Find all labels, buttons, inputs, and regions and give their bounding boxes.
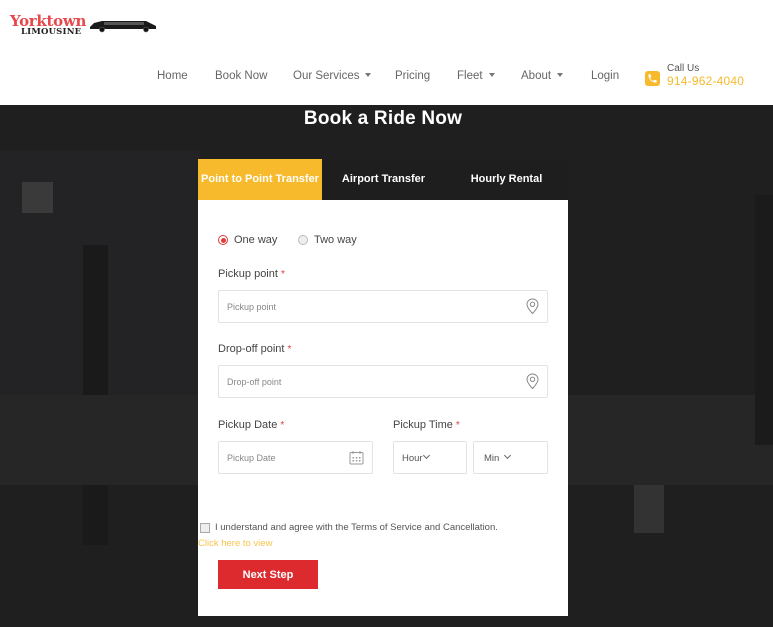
minute-select-value: Min — [484, 451, 512, 464]
nav-book-now[interactable]: Book Now — [215, 70, 267, 82]
tab-hourly-rental[interactable]: Hourly Rental — [445, 159, 568, 200]
nav-about-label: About — [521, 70, 552, 82]
calendar-icon[interactable] — [349, 450, 364, 465]
caret-down-icon — [365, 72, 372, 77]
booking-tabs: Point to Point Transfer Airport Transfer… — [198, 159, 568, 200]
nav-home-label: Home — [157, 70, 188, 82]
booking-form: One way Two way Pickup point* Drop-off p… — [198, 200, 568, 616]
pickup-point-label: Pickup point * — [218, 268, 285, 280]
tab-point-to-point[interactable]: Point to Point Transfer — [198, 159, 322, 200]
background-sign — [22, 182, 53, 213]
pickup-point-label-text: Pickup point — [218, 268, 278, 280]
next-step-button[interactable]: Next Step — [218, 560, 318, 589]
caret-down-icon — [488, 72, 495, 77]
nav-our-services-label: Our Services — [293, 70, 360, 82]
background-sign-board — [634, 485, 664, 533]
required-mark: * — [455, 420, 460, 431]
pickup-date-field[interactable] — [218, 441, 373, 474]
dropoff-point-label: Drop-off point * — [218, 343, 291, 355]
background-pole — [755, 195, 773, 445]
nav-fleet[interactable]: Fleet — [457, 70, 495, 82]
pickup-time-label: Pickup Time * — [393, 419, 460, 431]
limousine-car-icon — [90, 21, 156, 33]
nav-our-services[interactable]: Our Services — [293, 70, 372, 82]
page-title: Book a Ride Now — [303, 108, 463, 129]
pickup-point-field[interactable] — [218, 290, 548, 323]
tab-airport-transfer[interactable]: Airport Transfer — [322, 159, 445, 200]
terms-link[interactable]: Click here to view — [198, 538, 272, 549]
required-mark: * — [280, 269, 285, 280]
pickup-date-label-text: Pickup Date — [218, 419, 278, 431]
nav-login-label: Login — [591, 70, 620, 82]
phone-icon — [645, 71, 660, 86]
radio-two-way[interactable]: Two way — [298, 234, 357, 246]
nav-pricing-label: Pricing — [395, 70, 431, 82]
site-header: Yorktown LIMOUSINE Home Book Now Our Ser… — [0, 0, 773, 105]
pickup-point-input[interactable] — [219, 291, 547, 322]
hour-select-value: Hour — [402, 451, 430, 464]
nav-pricing[interactable]: Pricing — [395, 70, 430, 82]
call-us-label: Call Us — [667, 63, 700, 74]
dropoff-point-field[interactable] — [218, 365, 548, 398]
map-pin-icon[interactable] — [526, 298, 539, 315]
radio-checked-icon — [218, 235, 228, 245]
minute-selected-text: Min — [484, 453, 500, 464]
terms-checkbox[interactable] — [200, 523, 210, 533]
logo[interactable]: Yorktown LIMOUSINE — [8, 12, 158, 40]
radio-one-way-label: One way — [234, 234, 278, 246]
caret-down-icon — [557, 72, 564, 77]
nav-book-now-label: Book Now — [215, 70, 268, 82]
nav-about[interactable]: About — [521, 70, 564, 82]
hour-select[interactable]: Hour — [393, 441, 467, 474]
map-pin-icon[interactable] — [526, 373, 539, 390]
radio-one-way[interactable]: One way — [218, 234, 277, 246]
hour-selected-text: Hour — [402, 453, 423, 464]
chevron-down-icon — [422, 451, 430, 460]
minute-select[interactable]: Min — [473, 441, 548, 474]
required-mark: * — [280, 420, 285, 431]
terms-text: I understand and agree with the Terms of… — [215, 522, 498, 533]
pickup-date-label: Pickup Date * — [218, 419, 284, 431]
pickup-time-label-text: Pickup Time — [393, 419, 453, 431]
dropoff-point-input[interactable] — [219, 366, 547, 397]
radio-unchecked-icon — [298, 235, 308, 245]
logo-subtitle: LIMOUSINE — [21, 27, 82, 37]
nav-home[interactable]: Home — [157, 70, 188, 82]
nav-fleet-label: Fleet — [457, 70, 483, 82]
required-mark: * — [287, 344, 292, 355]
chevron-down-icon — [504, 451, 512, 460]
phone-number[interactable]: 914-962-4040 — [667, 74, 744, 88]
radio-two-way-label: Two way — [314, 234, 357, 246]
nav-login[interactable]: Login — [591, 70, 619, 82]
dropoff-point-label-text: Drop-off point — [218, 343, 285, 355]
